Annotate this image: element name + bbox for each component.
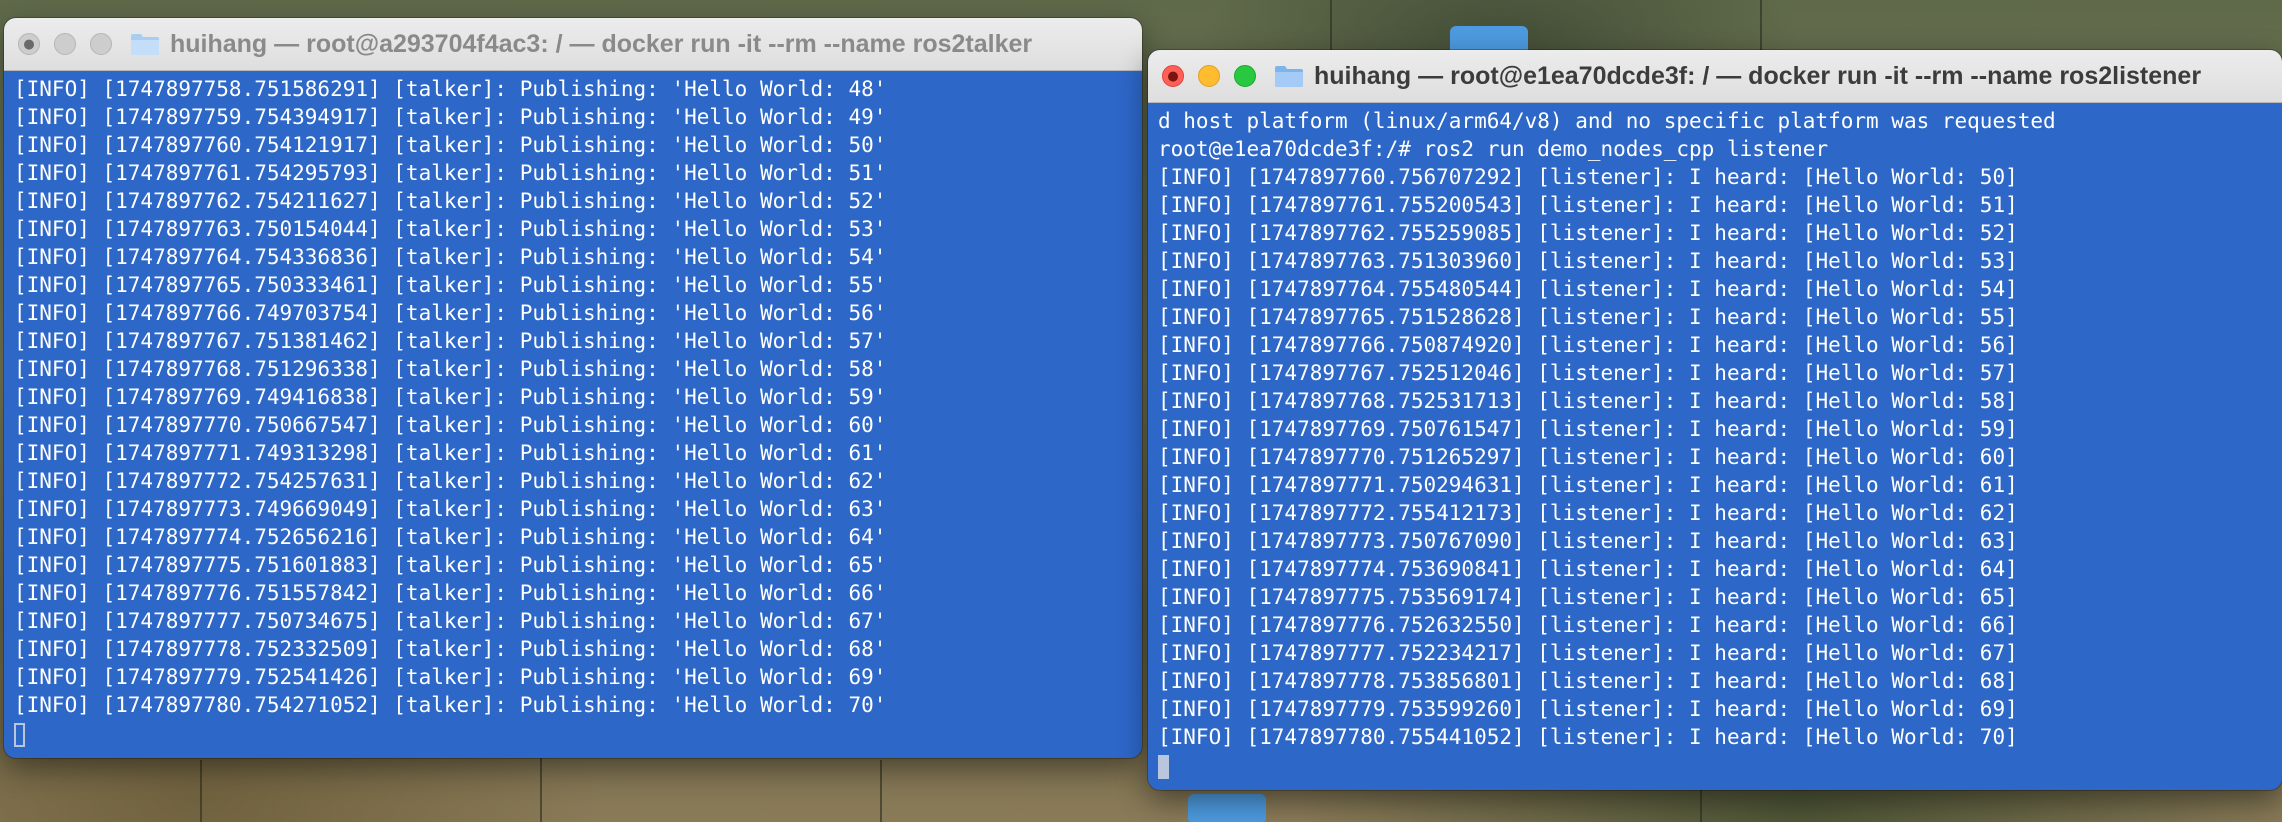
terminal-line: [INFO] [1747897765.750333461] [talker]: … xyxy=(14,273,887,297)
cursor-line xyxy=(14,719,1142,747)
terminal-line: [INFO] [1747897767.751381462] [talker]: … xyxy=(14,329,887,353)
terminal-line: [INFO] [1747897770.750667547] [talker]: … xyxy=(14,413,887,437)
terminal-line: [INFO] [1747897779.753599260] [listener]… xyxy=(1158,697,2018,721)
terminal-line: [INFO] [1747897759.754394917] [talker]: … xyxy=(14,105,887,129)
talker-terminal-window[interactable]: ● huihang — root@a293704f4ac3: / — docke… xyxy=(4,18,1142,758)
window-controls: ● xyxy=(1162,65,1256,87)
terminal-line: [INFO] [1747897762.754211627] [talker]: … xyxy=(14,189,887,213)
terminal-line: [INFO] [1747897769.749416838] [talker]: … xyxy=(14,385,887,409)
terminal-line: [INFO] [1747897780.754271052] [talker]: … xyxy=(14,693,887,717)
terminal-line: [INFO] [1747897775.753569174] [listener]… xyxy=(1158,585,2018,609)
terminal-line: [INFO] [1747897778.753856801] [listener]… xyxy=(1158,669,2018,693)
desktop-folder-icon[interactable] xyxy=(1188,794,1266,822)
terminal-line: [INFO] [1747897774.752656216] [talker]: … xyxy=(14,525,887,549)
terminal-line: [INFO] [1747897776.751557842] [talker]: … xyxy=(14,581,887,605)
terminal-line: [INFO] [1747897773.749669049] [talker]: … xyxy=(14,497,887,521)
terminal-line: [INFO] [1747897775.751601883] [talker]: … xyxy=(14,553,887,577)
terminal-line: d host platform (linux/arm64/v8) and no … xyxy=(1158,109,2056,133)
terminal-line: [INFO] [1747897771.749313298] [talker]: … xyxy=(14,441,887,465)
terminal-line: [INFO] [1747897779.752541426] [talker]: … xyxy=(14,665,887,689)
terminal-line: [INFO] [1747897761.755200543] [listener]… xyxy=(1158,193,2018,217)
close-icon[interactable]: ● xyxy=(1162,65,1184,87)
close-icon[interactable]: ● xyxy=(18,33,40,55)
terminal-line: [INFO] [1747897764.754336836] [talker]: … xyxy=(14,245,887,269)
terminal-line: [INFO] [1747897764.755480544] [listener]… xyxy=(1158,277,2018,301)
text-cursor xyxy=(1158,755,1169,779)
window-title: huihang — root@e1ea70dcde3f: / — docker … xyxy=(1314,61,2202,90)
terminal-output[interactable]: d host platform (linux/arm64/v8) and no … xyxy=(1148,103,2282,779)
grass-stem xyxy=(1330,0,1332,50)
terminal-line: [INFO] [1747897778.752332509] [talker]: … xyxy=(14,637,887,661)
folder-icon xyxy=(1274,64,1304,88)
desktop-wallpaper: ● huihang — root@a293704f4ac3: / — docke… xyxy=(0,0,2282,822)
terminal-line: [INFO] [1747897774.753690841] [listener]… xyxy=(1158,557,2018,581)
terminal-line: [INFO] [1747897772.755412173] [listener]… xyxy=(1158,501,2018,525)
terminal-line: [INFO] [1747897776.752632550] [listener]… xyxy=(1158,613,2018,637)
terminal-line: root@e1ea70dcde3f:/# ros2 run demo_nodes… xyxy=(1158,137,1829,161)
terminal-line: [INFO] [1747897777.752234217] [listener]… xyxy=(1158,641,2018,665)
grass-stem xyxy=(1700,790,1702,822)
zoom-icon[interactable] xyxy=(1234,65,1256,87)
terminal-line: [INFO] [1747897763.750154044] [talker]: … xyxy=(14,217,887,241)
grass-stem xyxy=(540,758,542,822)
terminal-line: [INFO] [1747897762.755259085] [listener]… xyxy=(1158,221,2018,245)
folder-icon xyxy=(130,32,160,56)
terminal-line: [INFO] [1747897761.754295793] [talker]: … xyxy=(14,161,887,185)
grass-stem xyxy=(1760,0,1762,50)
terminal-line: [INFO] [1747897763.751303960] [listener]… xyxy=(1158,249,2018,273)
listener-titlebar[interactable]: ● huihang — root@e1ea70dcde3f: / — docke… xyxy=(1148,50,2282,103)
terminal-line: [INFO] [1747897760.756707292] [listener]… xyxy=(1158,165,2018,189)
terminal-line: [INFO] [1747897765.751528628] [listener]… xyxy=(1158,305,2018,329)
terminal-line: [INFO] [1747897766.749703754] [talker]: … xyxy=(14,301,887,325)
zoom-icon[interactable] xyxy=(90,33,112,55)
terminal-line: [INFO] [1747897773.750767090] [listener]… xyxy=(1158,529,2018,553)
terminal-output[interactable]: [INFO] [1747897758.751586291] [talker]: … xyxy=(4,71,1142,747)
terminal-line: [INFO] [1747897769.750761547] [listener]… xyxy=(1158,417,2018,441)
terminal-line: [INFO] [1747897777.750734675] [talker]: … xyxy=(14,609,887,633)
minimize-icon[interactable] xyxy=(54,33,76,55)
terminal-line: [INFO] [1747897768.751296338] [talker]: … xyxy=(14,357,887,381)
terminal-line: [INFO] [1747897768.752531713] [listener]… xyxy=(1158,389,2018,413)
cursor-line xyxy=(1158,751,2282,779)
window-title: huihang — root@a293704f4ac3: / — docker … xyxy=(170,29,1033,58)
terminal-line: [INFO] [1747897770.751265297] [listener]… xyxy=(1158,445,2018,469)
terminal-line: [INFO] [1747897780.755441052] [listener]… xyxy=(1158,725,2018,749)
listener-terminal-window[interactable]: ● huihang — root@e1ea70dcde3f: / — docke… xyxy=(1148,50,2282,790)
grass-stem xyxy=(200,760,202,822)
terminal-line: [INFO] [1747897766.750874920] [listener]… xyxy=(1158,333,2018,357)
terminal-line: [INFO] [1747897767.752512046] [listener]… xyxy=(1158,361,2018,385)
text-cursor xyxy=(14,723,25,747)
terminal-line: [INFO] [1747897760.754121917] [talker]: … xyxy=(14,133,887,157)
terminal-line: [INFO] [1747897758.751586291] [talker]: … xyxy=(14,77,887,101)
grass-stem xyxy=(880,760,882,822)
terminal-line: [INFO] [1747897772.754257631] [talker]: … xyxy=(14,469,887,493)
minimize-icon[interactable] xyxy=(1198,65,1220,87)
talker-titlebar[interactable]: ● huihang — root@a293704f4ac3: / — docke… xyxy=(4,18,1142,71)
terminal-line: [INFO] [1747897771.750294631] [listener]… xyxy=(1158,473,2018,497)
window-controls: ● xyxy=(18,33,112,55)
